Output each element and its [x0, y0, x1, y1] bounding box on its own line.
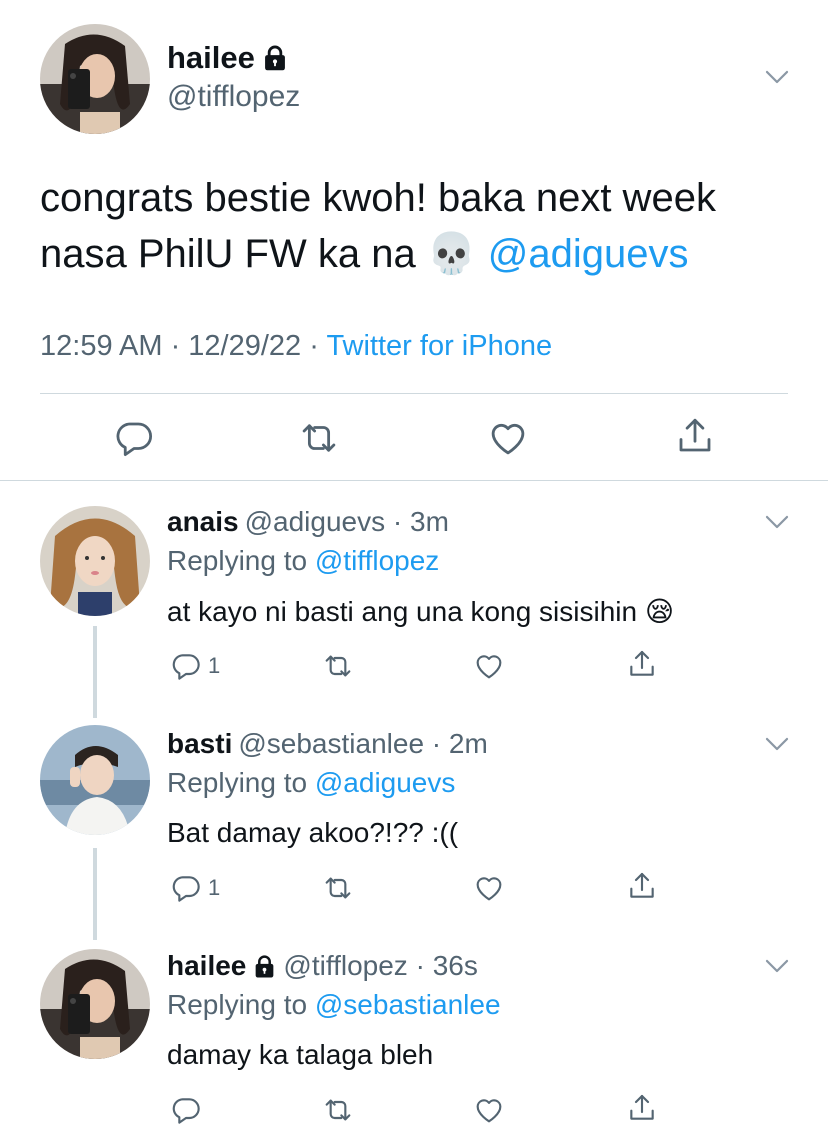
- chevron-down-icon[interactable]: [762, 62, 792, 92]
- divider: [40, 393, 788, 394]
- like-icon: [473, 650, 505, 682]
- reply-button[interactable]: [170, 1094, 208, 1126]
- replying-prefix: Replying to: [167, 767, 315, 798]
- reply-text: at kayo ni basti ang una kong sisisihin …: [167, 595, 674, 628]
- mention-link[interactable]: @adiguevs: [488, 232, 689, 276]
- chevron-down-icon[interactable]: [762, 951, 792, 981]
- like-button[interactable]: [473, 872, 505, 904]
- reply-tweet[interactable]: hailee @tifflopez · 36s Replying to @seb…: [0, 925, 828, 1147]
- retweet-icon: [322, 872, 354, 904]
- reply-button[interactable]: [113, 417, 155, 459]
- avatar[interactable]: [40, 506, 150, 616]
- skull-emoji: 💀: [426, 231, 477, 277]
- share-button[interactable]: [626, 648, 658, 680]
- tweet-timestamp[interactable]: 12:59 AM · 12/29/22 ·: [40, 330, 326, 362]
- reply-header: anais @adiguevs · 3m: [167, 506, 449, 538]
- share-icon: [626, 870, 658, 902]
- share-icon: [674, 415, 716, 457]
- author-name[interactable]: basti: [167, 728, 232, 760]
- lock-icon: [261, 44, 289, 72]
- reply-count: 1: [208, 875, 221, 900]
- replying-prefix: Replying to: [167, 545, 315, 576]
- reply-header: basti @sebastianlee · 2m: [167, 728, 488, 760]
- share-button[interactable]: [626, 1092, 658, 1124]
- author-name[interactable]: hailee: [167, 40, 255, 76]
- tweet-meta: 12:59 AM · 12/29/22 · Twitter for iPhone: [40, 330, 552, 363]
- avatar[interactable]: [40, 24, 150, 134]
- replying-to: Replying to @tifflopez: [167, 545, 439, 577]
- share-icon: [626, 1092, 658, 1124]
- avatar[interactable]: [40, 949, 150, 1059]
- like-button[interactable]: [473, 650, 505, 682]
- author-name[interactable]: anais: [167, 506, 239, 538]
- reply-text: Bat damay akoo?!?? :((: [167, 817, 459, 848]
- like-icon: [487, 417, 529, 459]
- replying-to: Replying to @sebastianlee: [167, 989, 501, 1021]
- reply-button[interactable]: 1: [170, 872, 220, 904]
- mention-link[interactable]: @tifflopez: [315, 545, 439, 576]
- reply-text-body: at kayo ni basti ang una kong sisisihin: [167, 596, 645, 627]
- author-handle[interactable]: @tifflopez: [167, 80, 300, 114]
- author-name-row: hailee: [167, 40, 289, 76]
- reply-header: hailee @tifflopez · 36s: [167, 950, 478, 982]
- retweet-button[interactable]: [298, 417, 340, 459]
- share-button[interactable]: [674, 415, 716, 457]
- share-icon: [626, 648, 658, 680]
- tweet-text: congrats bestie kwoh! baka next week nas…: [40, 170, 800, 282]
- reply-button[interactable]: 1: [170, 650, 220, 682]
- reply-icon: [170, 650, 202, 682]
- reply-icon: [113, 417, 155, 459]
- retweet-icon: [298, 417, 340, 459]
- replying-to: Replying to @adiguevs: [167, 767, 455, 799]
- retweet-icon: [322, 650, 354, 682]
- reply-icon: [170, 872, 202, 904]
- handle-time[interactable]: @adiguevs · 3m: [245, 506, 449, 538]
- retweet-button[interactable]: [322, 872, 354, 904]
- chevron-down-icon[interactable]: [762, 507, 792, 537]
- handle-time[interactable]: @sebastianlee · 2m: [238, 728, 487, 760]
- share-button[interactable]: [626, 870, 658, 902]
- reply-icon: [170, 1094, 202, 1126]
- reply-tweet[interactable]: anais @adiguevs · 3m Replying to @tifflo…: [0, 481, 828, 703]
- mention-link[interactable]: @sebastianlee: [315, 989, 501, 1020]
- chevron-down-icon[interactable]: [762, 729, 792, 759]
- avatar[interactable]: [40, 725, 150, 835]
- replying-prefix: Replying to: [167, 989, 315, 1020]
- reply-tweet[interactable]: basti @sebastianlee · 2m Replying to @ad…: [0, 703, 828, 925]
- author-name[interactable]: hailee: [167, 950, 246, 982]
- like-icon: [473, 872, 505, 904]
- tweet-source[interactable]: Twitter for iPhone: [326, 330, 552, 362]
- retweet-icon: [322, 1094, 354, 1126]
- mention-link[interactable]: @adiguevs: [315, 767, 456, 798]
- lock-icon: [252, 954, 277, 979]
- retweet-button[interactable]: [322, 1094, 354, 1126]
- reply-count: 1: [208, 653, 221, 678]
- like-button[interactable]: [473, 1094, 505, 1126]
- like-button[interactable]: [487, 417, 529, 459]
- handle-time[interactable]: @tifflopez · 36s: [283, 950, 477, 982]
- like-icon: [473, 1094, 505, 1126]
- reply-text: damay ka talaga bleh: [167, 1039, 434, 1070]
- main-tweet: hailee @tifflopez congrats bestie kwoh! …: [0, 0, 828, 480]
- retweet-button[interactable]: [322, 650, 354, 682]
- sleepy-emoji: 😪: [644, 595, 675, 628]
